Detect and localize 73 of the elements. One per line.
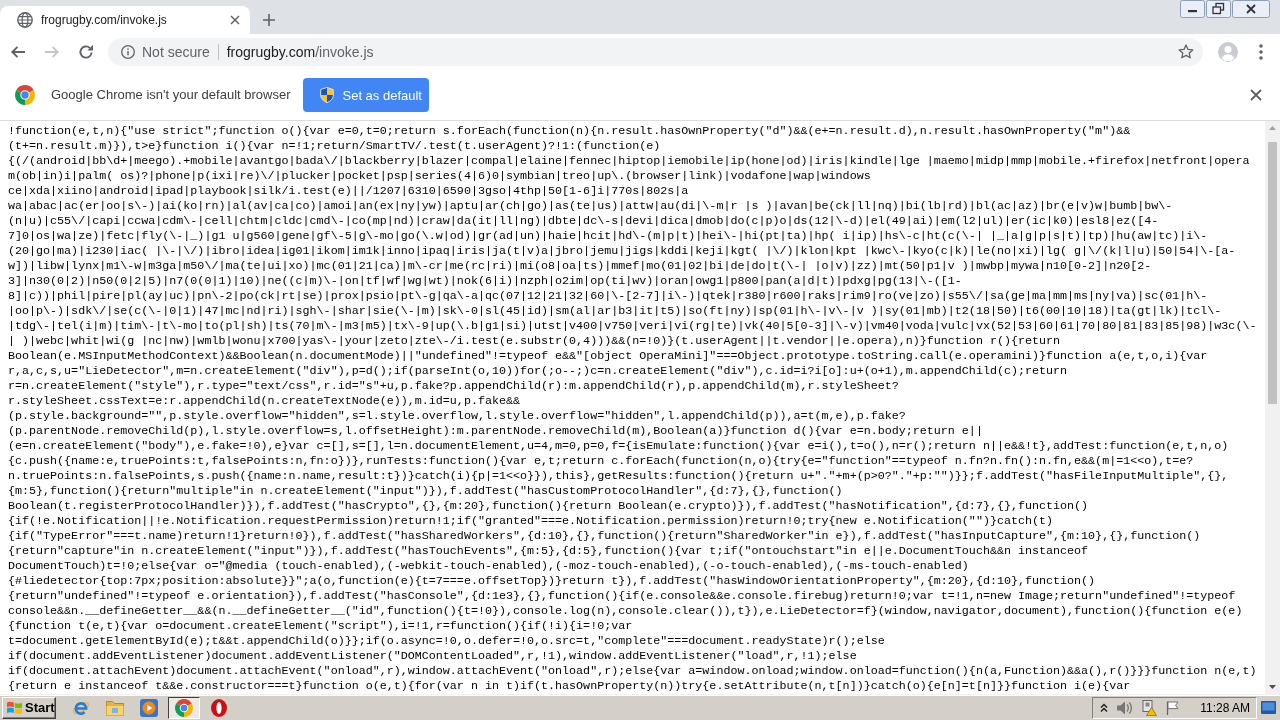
code-line: console&&n.__defineGetter__&&(n.__defineGetter__("id",function(){t=!0}),console.log(n),console.clear()),t}),e.LieDetector=f}(window,navigator,document),function(){function e(e) (8, 604, 1243, 619)
code-line: ce|xda|xiino|android|ipad|playbook|silk/i.test(e)||/1207|6310|6590|3gso|4thp|50[1-6]i|770s|802s|a (8, 184, 689, 199)
globe-icon (17, 12, 33, 28)
letter-o-icon (211, 698, 227, 717)
code-line: n.truePoints:n.falsePoints,s.push({name:n.name,result:t})}catch(i){p|=1<<o}}),this},getResults:function(){return u+"."+m+(p>0?"."+p:"")}};f.addTest("hasFileInputMultiple",{}, (8, 469, 1229, 484)
start-button[interactable]: Start (2, 696, 56, 719)
code-line: 7]0|os|wa|ze)|fetc|fly(\-|_)|g1 u|g560|gene|gf\-5|g\-mo|go(\.w|od)|gr(ad|un)|haie|hcit|hd\-(m|p|t)|hei\-|hi(pt|ta)|hp( i|ip)|hs\-c|ht(c(\-| |_|a|g|p|s|t)|tp)|hu(aw|tc)|i\- (8, 229, 1208, 244)
chevron-up-icon[interactable] (1100, 702, 1109, 713)
code-line: wa|abac|ac(er|oo|s\-)|ai(ko|rn)|al(av|ca|co)|amoi|an(ex|ny|yw)|aptu|ar(ch|go)|as(te|us)|attw|au(di|\-m|r |s )|avan|be(ck|ll|nq)|bi(lb|rd)|bl(ac|az)|br(e|v)w|bumb|bw\- (8, 199, 1173, 214)
security-label: Not secure (142, 42, 210, 62)
play-icon (140, 698, 158, 717)
code-line: {return"undefined"!=typeof e.orientation}),f.addTest("hasConsole",{d:1e3},{},function(){if(e.console&&e.console.firebug)return!0;var t=!1,n=new Image;return"undefined"!=typeof (8, 589, 1236, 604)
back-arrow-icon[interactable] (10, 44, 26, 60)
code-line: |tdg\-|tel(i|m)|tim\-|t\-mo|to(pl|sh)|ts(70|m\-|m3|m5)|tx\-9|up(\.b|g1|si)|utst|v400|v750|veri|vi(rg|te)|vk(40|5[0-3]|\-v)|vm40|voda|vulc|vx(52|53|60|61|70|80|81|83|85|98)|w3c(\- (8, 319, 1257, 334)
code-line: Boolean(e.MSInputMethodContext)&&Boolean(n.documentMode)||"undefined"!=typeof e&&"[object OperaMini]"===Object.prototype.toString.call(e.operamini)}function a(e,t,o,i){var (8, 349, 1208, 364)
code-line: | )|webc|whit|wi(g |nc|nw)|wmlb|wonu|x700|yas\-|your|zeto|zte\-/i.test(e.substr(0,4)))&&(n=!0)}(t.userAgent||t.vendor||e.opera),n)}function r(){return (8, 334, 1061, 349)
restore-icon[interactable] (1206, 0, 1231, 18)
close-icon[interactable] (1232, 0, 1270, 18)
scroll-down-icon[interactable] (1269, 685, 1276, 689)
shield-icon (320, 87, 335, 103)
code-line: Boolean(t.registerProtocolHandler)}),f.addTest("hasCrypto",{},{m:20},function(){return Boolean(e.crypto)}),f.addTest("hasNotification",{d:7},{},function() (8, 499, 1089, 514)
minimize-icon[interactable] (1180, 0, 1205, 18)
code-line: |oo|p\-)|sdk\/|se(c(\-|0|1)|47|mc|nd|ri)|sgh\-|shar|sie(\-|m)|sk\-0|sl(45|id)|sm(al|ar|b3|it|t5)|so(ft|ny)|sp(01|h\-|v\-|v )|sy(01|mb)|t2(18|50)|t6(00|10|18)|ta(gt|lk)|tcl\- (8, 304, 1222, 319)
code-line: {function t(e,t){var o=document.createElement("script"),i=!1,r=function(){if(!i){i=!0;var (8, 619, 633, 634)
code-line: (p.parentNode.removeChild(p),l.style.overflow=s,l.offsetHeight):m.parentNode.removeChild(m),Boolean(a)}function d(){var e=n.body;return e|| (8, 424, 983, 439)
code-line: r,a,c,s,u="LieDetector",m=n.createElement("div"),p=d();if(parseInt(o,10))for(;o--;)c=n.createElement("div"),c.id=i?i[o]:u+(o+1),m.appendChild(c);return (8, 364, 1068, 379)
close-icon[interactable] (1250, 89, 1262, 101)
code-line: {return e instanceof t&&e.constructor===t}function o(e,t){for(var n in t)if(t.hasOwnProperty(n))try{e.setAttribute(n,t[n])}catch(o){e[n]=t[n]}}function i(e){var (8, 679, 1131, 694)
reload-icon[interactable] (78, 44, 94, 60)
close-icon[interactable] (230, 15, 240, 25)
start-logo-icon (6, 699, 23, 716)
url-text: frogrugby.com/invoke.js (226, 42, 374, 62)
infobar-message: Google Chrome isn't your default browser (51, 86, 291, 105)
code-line: t=document.getElementById(e);t&&t.appendChild(o)}};if(o.async=!0,o.defer=!0,o.src=t,"complete"===document.readyState)r();else (8, 634, 885, 649)
code-line: 8]|c))|phil|pire|pl(ay|uc)|pn\-2|po(ck|rt|se)|prox|psio|pt\-g|qa\-a|qc(07|12|21|32|60|\-[2-7]|i\-)|qtek|r380|r600|raks|rim9|ro(ve|zo)|s55\/|sa(ge|ma|mm|ms|ny|va)|sc(01|h\- (8, 289, 1208, 304)
scrollbar-thumb[interactable] (1268, 142, 1277, 404)
code-line: {if(!e.Notification||!e.Notification.requestPermission)return!1;if("granted"===e.Notification.permission)return!0;try{new e.Notification("")}catch(t) (8, 514, 1054, 529)
browser-logo-icon (15, 85, 35, 105)
code-line: {return"capture"in n.createElement("input")}),f.addTest("hasTouchEvents",{m:5},{d:5},function(){var t;if("ontouchstart"in e||e.DocumentTouch&&n instanceof (8, 544, 1089, 559)
code-line: (p.style.background="",p.style.overflow="hidden",s=l.style.overflow,l.style.overflow="hidden",l.appendChild(p)),a=t(m,e),p.fake? (8, 409, 906, 424)
code-line: if(document.attachEvent)document.attachEvent("onload",r),window.attachEvent("onload",r);else{var a=window.onload;window.onload=function(){n(a,Function)&&a(),r()}}}function n(e,t) (8, 664, 1257, 679)
flag-icon[interactable] (1166, 700, 1180, 715)
code-line: {#liedetector{top:7px;position:absolute}}";a(o,function(e){t=7===e.offsetTop})}return t}),f.addTest("hasWindowOrientationProperty",{m:20},{d:10},function() (8, 574, 1096, 589)
menu-icon[interactable] (1259, 44, 1263, 60)
code-line: {m:5},function(){return"multiple"in n.createElement("input")}),f.addTest("hasCustomProtocolHandler",{d:7},{},function() (8, 484, 843, 499)
plus-icon[interactable] (263, 14, 275, 26)
browser-tab[interactable]: frogrugby.com/invoke.js (0, 6, 250, 34)
speaker-icon[interactable] (1117, 700, 1133, 715)
folder-icon (106, 699, 124, 716)
address-bar[interactable]: Not secure frogrugby.com/invoke.js (108, 38, 1203, 66)
browser-logo-icon (175, 698, 193, 717)
code-line: (t+=n.result.m)}),t>e}function i(){var n=!1;return/SmartTV/.test(t.userAgent)?!1:(function(e) (8, 139, 661, 154)
code-line: {(/(android|bb\d+|meego).+mobile|avantgo|bada\/|blackberry|blazer|compal|elaine|fennec|hiptop|iemobile|ip(hone|od)|iris|kindle|lge |maemo|midp|mmp|mobile.+firefox|netfront|opera (8, 154, 1250, 169)
code-line: r.styleSheet.cssText=e:r.appendChild(n.createTextNode(e)),m.id=u,p.fake&& (8, 394, 520, 409)
scrollbar[interactable] (1265, 121, 1280, 694)
star-icon[interactable] (1178, 44, 1194, 60)
network-warning-icon[interactable] (1141, 699, 1158, 716)
code-line: 3]|n30(0|2)|n50(0|2|5)|n7(0(0|1)|10)|ne((c|m)\-|on|tf|wf|wg|wt)|nok(6|i)|nzph|o2im|op(ti|wv)|oran|owg1|p800|pan(a|d|t)|pdxg|pg(13|\-([1- (8, 274, 962, 289)
code-line: DocumentTouch)t=!0;else{var o="@media (touch-enabled),(-webkit-touch-enabled),(-moz-touch-enabled),(-o-touch-enabled),(-ms-touch-enabled) (8, 559, 969, 574)
code-line: (n|u)|c55\/|capi|ccwa|cdm\-|cell|chtm|cldc|cmd\-|co(mp|nd)|craw|da(it|ll|ng)|dbte|dc\-s|devi|dica|dmob|do(c|p)o|ds(12|\-d)|el(49|ai)|em(l2|ul)|er(ic|k0)|esl8|ez([4- (8, 214, 1159, 229)
set-default-button[interactable]: Set as default (303, 78, 430, 112)
clock-text: 11:28 AM (1200, 699, 1250, 717)
code-line: {c.push({name:e,truePoints:t,falsePoints:n,fn:o})},runTests:function(){var e,t;return c.forEach(function(n,o){try{e="function"==typeof n.fn?n.fn():n.fn,e&&(m|=1<<o),t=e? (8, 454, 1194, 469)
taskbar-button[interactable] (168, 696, 200, 719)
info-icon (121, 45, 135, 59)
code-line: (e=n.createElement("body"),e.fake=!0),e}var c=[],s=[],l=n.documentElement,u=4,m=0,p=0,f={isEmulate:function(){var e=i(),t=o(),n=r();return n||e&&!t},addTest:function(e,t,n,o) (8, 439, 1229, 454)
code-line: !function(e,t,n){"use strict";function o(){var e=0,t=0;return s.forEach(function(n){n.result.hasOwnProperty("d")&&(e+=n.result.d),n.result.hasOwnProperty("m")&& (8, 124, 1131, 139)
code-line: r=n.createElement("style"),r.type="text/css",r.id="s"+u,p.fake?p.appendChild(r):m.appendChild(r),p.appendChild(m),r.styleSheet? (8, 379, 899, 394)
code-line: {if("TypeError"===t.name)return!1}return!0}),f.addTest("hasSharedWorkers",{d:10},{},function(){return"SharedWorker"in e}),f.addTest("hasInputCapture",{m:10},{},function() (8, 529, 1201, 544)
code-line: m(ob|in)i|palm( os)?|phone|p(ixi|re)\/|plucker|pocket|psp|series(4|6)0|symbian|treo|up\.(browser|link)|vodafone|wap|windows (8, 169, 871, 184)
code-line: if(document.addEventListener)document.addEventListener("DOMContentLoaded",r,!1),window.addEventListener("load",r,!1);else (8, 649, 857, 664)
code-line: (20|go|ma)|i230|iac( |\-|\/)|ibro|idea|ig01|ikom|im1k|inno|ipaq|iris|ja(t|v)a|jbro|jemu|jigs|kddi|keji|kgt( |\/)|klon|kpt |kwc\-|kyo(c|k)|le(no|xi)|lg( g|\/(k|l|u)|50|54|\-[a- (8, 244, 1236, 259)
code-line: w])|libw|lynx|m1\-w|m3ga|m50\/|ma(te|ui|xo)|mc(01|21|ca)|m\-cr|me(rc|ri)|mi(o8|oa|ts)|mmef|mo(01|02|bi|de|do|t(\-| |o|v)|zz)|mt(50|p1|v )|mwbp|mywa|n10[0-2]|n20[2- (8, 259, 1152, 274)
